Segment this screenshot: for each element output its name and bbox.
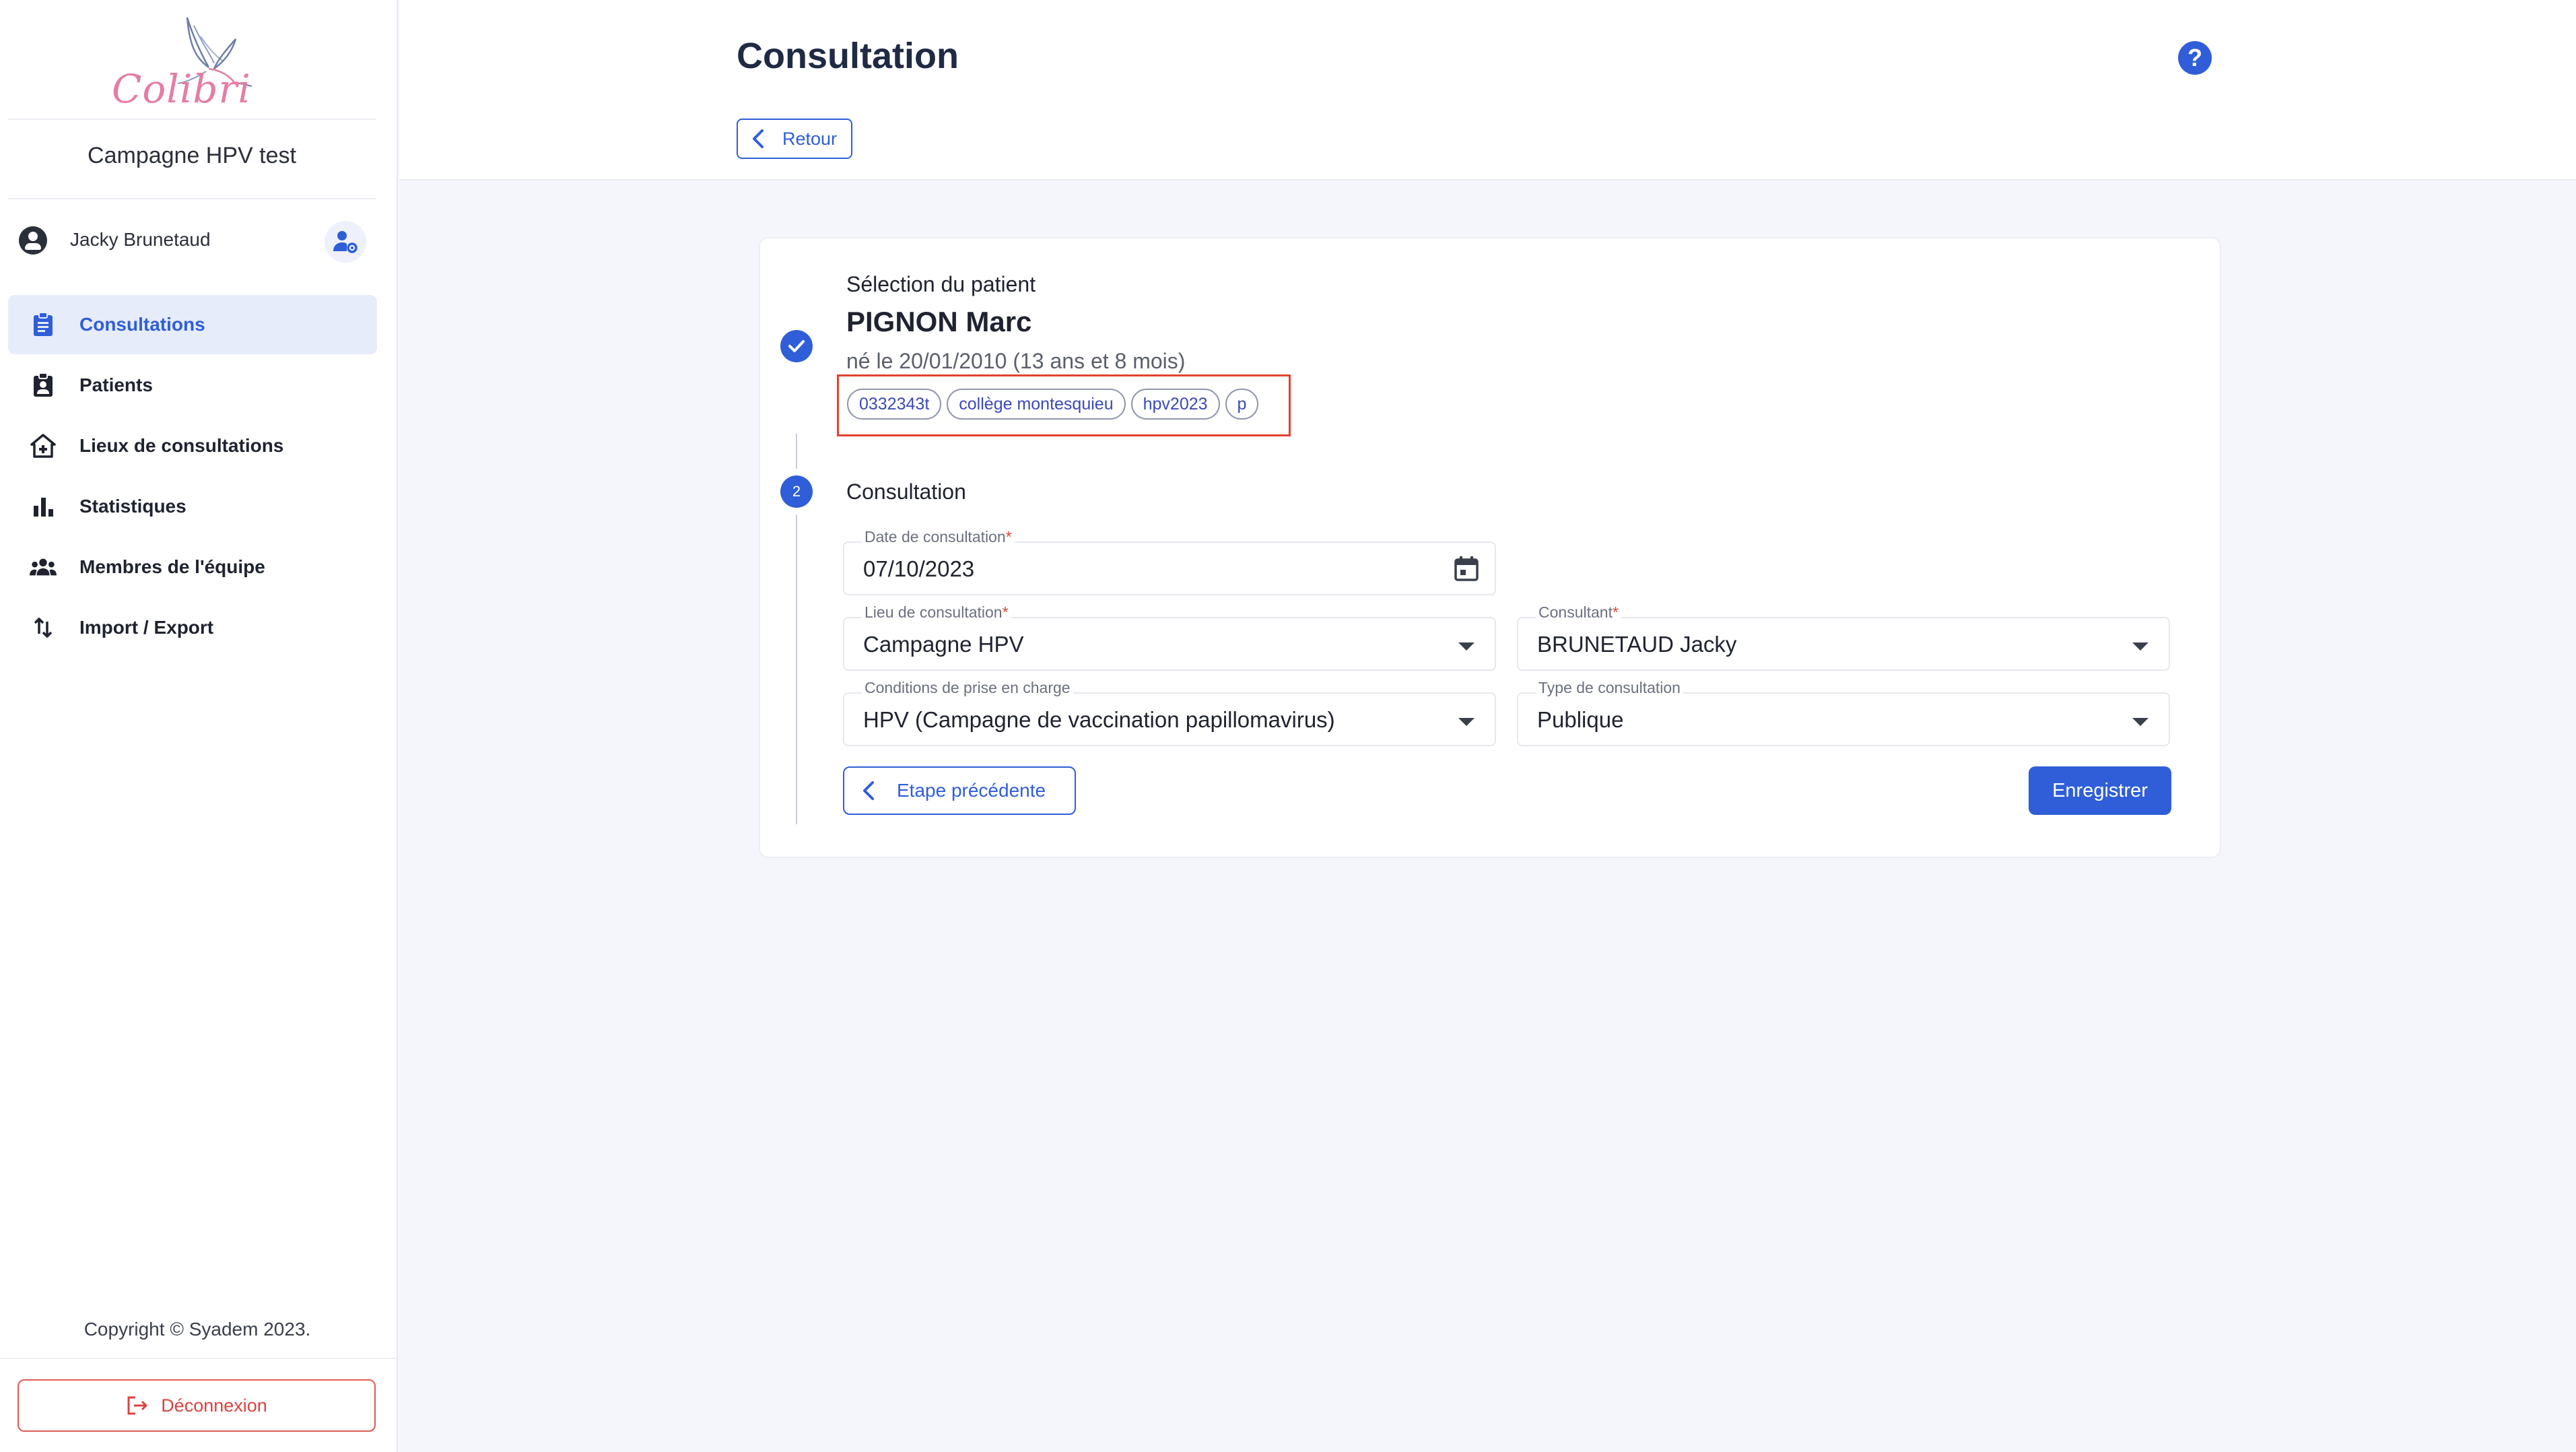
sidebar-item-label: Import / Export <box>79 617 214 638</box>
consultation-step-title: Consultation <box>846 480 966 504</box>
colibri-logo: Colibri <box>108 12 269 112</box>
patient-tag: collège montesquieu <box>947 389 1126 420</box>
consultant-select-label: Consultant* <box>1536 603 1621 622</box>
caret-down-icon <box>1458 718 1475 726</box>
patient-birthdate: né le 20/01/2010 (13 ans et 8 mois) <box>846 349 1186 373</box>
user-row: Jacky Brunetaud <box>19 221 369 263</box>
account-circle-icon <box>19 226 47 255</box>
patient-badge-icon <box>30 372 57 399</box>
step-complete-indicator <box>780 330 813 362</box>
sidebar-divider <box>8 119 376 120</box>
patient-tag: p <box>1225 389 1259 420</box>
back-label: Retour <box>782 128 838 149</box>
sidebar-item-membres[interactable]: Membres de l'équipe <box>8 537 377 597</box>
back-button[interactable]: Retour <box>737 119 852 159</box>
previous-step-label: Etape précédente <box>897 780 1046 801</box>
home-plus-icon <box>30 432 57 459</box>
logout-icon <box>127 1396 147 1415</box>
logout-button[interactable]: Déconnexion <box>18 1379 376 1432</box>
step-number-indicator: 2 <box>780 475 813 508</box>
patient-step-label: Sélection du patient <box>846 272 1036 296</box>
type-select[interactable]: Type de consultation Publique <box>1517 679 2170 746</box>
type-select-value: Publique <box>1537 707 1624 732</box>
campaign-name: Campagne HPV test <box>88 143 296 168</box>
sidebar-item-label: Patients <box>79 374 153 395</box>
help-button[interactable]: ? <box>2178 41 2212 75</box>
bar-chart-icon <box>30 493 57 520</box>
page-header: Consultation ? Retour <box>399 0 2576 180</box>
sidebar-divider <box>0 1358 397 1359</box>
patient-name: PIGNON Marc <box>846 306 1032 337</box>
sidebar-item-lieux[interactable]: Lieux de consultations <box>8 416 377 475</box>
consultant-select[interactable]: Consultant* BRUNETAUD Jacky <box>1517 603 2170 671</box>
page-title: Consultation <box>737 36 959 76</box>
sidebar: Colibri Campagne HPV test Jacky Brunetau… <box>0 0 398 1452</box>
step-connector <box>796 515 797 824</box>
date-field[interactable]: Date de consultation* 07/10/2023 <box>843 528 1496 595</box>
caret-down-icon <box>2132 642 2148 651</box>
logo-text: Colibri <box>112 66 251 112</box>
caret-down-icon <box>2132 718 2148 726</box>
logout-label: Déconnexion <box>161 1395 267 1416</box>
conditions-select[interactable]: Conditions de prise en charge HPV (Campa… <box>843 679 1496 746</box>
step-connector <box>796 434 797 469</box>
type-select-label: Type de consultation <box>1536 679 1683 697</box>
conditions-select-label: Conditions de prise en charge <box>862 679 1073 697</box>
patient-tag: hpv2023 <box>1130 389 1220 420</box>
swap-vertical-icon <box>30 614 57 641</box>
question-mark-icon: ? <box>2188 44 2202 71</box>
sidebar-item-consultations[interactable]: Consultations <box>8 295 377 354</box>
previous-step-button[interactable]: Etape précédente <box>843 766 1076 815</box>
save-button[interactable]: Enregistrer <box>2029 766 2171 815</box>
save-label: Enregistrer <box>2052 779 2148 801</box>
date-field-label: Date de consultation* <box>862 528 1015 546</box>
team-icon <box>30 554 57 581</box>
step-number: 2 <box>792 483 801 500</box>
user-name: Jacky Brunetaud <box>70 229 211 250</box>
clipboard-icon <box>30 311 57 338</box>
lieu-select-value: Campagne HPV <box>863 632 1024 657</box>
sidebar-item-import-export[interactable]: Import / Export <box>8 598 377 657</box>
check-icon <box>788 340 805 352</box>
patient-tags: 0332343t collège montesquieu hpv2023 p <box>847 389 1259 420</box>
sidebar-nav: Consultations Patients Lieux de consulta… <box>8 295 377 659</box>
sidebar-item-statistiques[interactable]: Statistiques <box>8 477 377 536</box>
copyright-text: Copyright © Syadem 2023. <box>83 1319 311 1340</box>
consultation-card: Sélection du patient PIGNON Marc né le 2… <box>759 237 2221 858</box>
caret-down-icon <box>1458 642 1475 651</box>
sidebar-item-label: Consultations <box>79 314 205 335</box>
user-settings-button[interactable] <box>325 221 366 263</box>
patient-tags-highlight: 0332343t collège montesquieu hpv2023 p <box>837 374 1291 436</box>
sidebar-divider <box>8 198 376 199</box>
lieu-select[interactable]: Lieu de consultation* Campagne HPV <box>843 603 1496 671</box>
calendar-icon[interactable] <box>1452 554 1481 583</box>
patient-tag: 0332343t <box>847 389 942 420</box>
conditions-select-value: HPV (Campagne de vaccination papillomavi… <box>863 707 1335 732</box>
chevron-left-icon <box>753 129 764 148</box>
consultant-select-value: BRUNETAUD Jacky <box>1537 632 1737 657</box>
sidebar-item-label: Statistiques <box>79 496 187 517</box>
date-field-value: 07/10/2023 <box>863 556 975 581</box>
sidebar-item-label: Lieux de consultations <box>79 435 284 456</box>
user-gear-icon <box>333 231 358 253</box>
sidebar-item-patients[interactable]: Patients <box>8 356 377 415</box>
lieu-select-label: Lieu de consultation* <box>862 603 1011 622</box>
sidebar-item-label: Membres de l'équipe <box>79 556 265 577</box>
chevron-left-icon <box>863 781 874 800</box>
